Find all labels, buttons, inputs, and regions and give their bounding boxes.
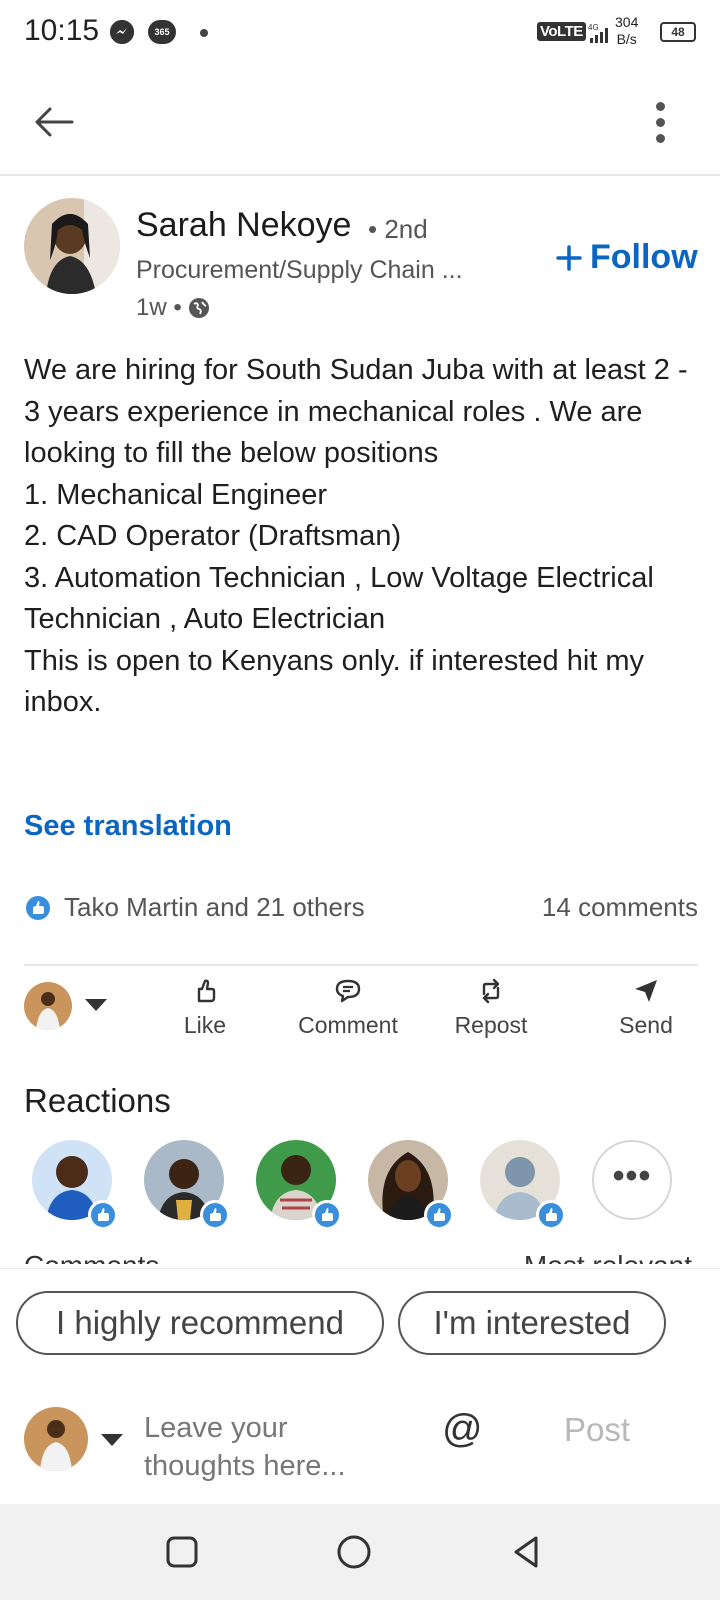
send-icon bbox=[635, 980, 657, 1002]
post-button[interactable]: Post bbox=[564, 1411, 630, 1449]
comments-count[interactable]: 14 comments bbox=[542, 892, 698, 923]
notification-dot bbox=[200, 29, 208, 37]
post-body-text: We are hiring for South Sudan Juba with … bbox=[24, 354, 688, 718]
comment-compose: I highly recommend I'm interested Leave … bbox=[0, 1268, 720, 1504]
chevron-down-icon[interactable] bbox=[84, 998, 108, 1012]
signal-icon: 4G bbox=[588, 23, 608, 43]
author-name[interactable]: Sarah Nekoye bbox=[136, 206, 351, 245]
comment-button[interactable]: Comment bbox=[283, 976, 413, 1039]
reactions-heading: Reactions bbox=[24, 1082, 171, 1119]
back-arrow-icon[interactable] bbox=[28, 96, 80, 148]
messenger-icon bbox=[110, 20, 134, 44]
comments-header: Comments Most relevant bbox=[24, 1250, 704, 1264]
like-reaction-icon bbox=[24, 894, 52, 922]
plus-icon bbox=[556, 244, 582, 271]
author-avatar[interactable] bbox=[24, 198, 120, 294]
action-bar: Like Comment Repost Send bbox=[0, 976, 720, 1046]
connection-degree: • 2nd bbox=[368, 214, 428, 244]
system-nav-bar bbox=[0, 1504, 720, 1600]
back-nav-icon[interactable] bbox=[508, 1534, 544, 1570]
network-speed: 304 B/s bbox=[615, 14, 638, 48]
battery-icon: 48 bbox=[660, 22, 696, 42]
suggestion-chip-interested[interactable]: I'm interested bbox=[398, 1291, 666, 1355]
like-label: Like bbox=[183, 1012, 227, 1038]
send-label: Send bbox=[619, 1012, 673, 1038]
social-counts: Tako Martin and 21 others 14 comments bbox=[24, 888, 698, 928]
comment-input[interactable]: Leave your thoughts here... bbox=[144, 1409, 404, 1485]
see-translation-link[interactable]: See translation bbox=[24, 810, 232, 843]
chevron-down-icon[interactable] bbox=[100, 1433, 124, 1447]
author-headline: Procurement/Supply Chain ... bbox=[136, 256, 463, 284]
app-365-icon: 365 bbox=[148, 20, 176, 44]
like-badge-icon bbox=[536, 1200, 566, 1230]
like-badge-icon bbox=[88, 1200, 118, 1230]
follow-button[interactable]: Follow bbox=[556, 238, 698, 277]
more-options-icon[interactable] bbox=[640, 94, 680, 150]
mention-button[interactable]: @ bbox=[442, 1407, 483, 1452]
like-badge-icon bbox=[424, 1200, 454, 1230]
actor-avatar[interactable] bbox=[24, 982, 72, 1030]
repost-label: Repost bbox=[454, 1012, 528, 1038]
like-badge-icon bbox=[312, 1200, 342, 1230]
comment-label: Comment bbox=[298, 1012, 398, 1038]
like-button[interactable]: Like bbox=[140, 976, 270, 1039]
home-icon[interactable] bbox=[336, 1534, 372, 1570]
post-timestamp: 1w • bbox=[136, 294, 210, 322]
top-app-bar bbox=[0, 68, 720, 176]
status-time: 10:15 bbox=[24, 14, 100, 47]
comment-icon bbox=[335, 979, 361, 1003]
post-time-text: 1w • bbox=[136, 294, 182, 321]
repost-icon bbox=[482, 978, 500, 1004]
status-bar: 10:15 365 VoLTE 4G 304 B/s 48 bbox=[0, 0, 720, 68]
thumbs-up-icon bbox=[197, 979, 216, 1003]
more-reactions-button[interactable]: ••• bbox=[592, 1140, 672, 1220]
globe-icon bbox=[188, 298, 209, 318]
network-speed-unit: B/s bbox=[616, 31, 637, 47]
suggestion-chip-recommend[interactable]: I highly recommend bbox=[16, 1291, 384, 1355]
reactions-summary[interactable]: Tako Martin and 21 others bbox=[64, 892, 365, 923]
like-badge-icon bbox=[200, 1200, 230, 1230]
comments-sort[interactable]: Most relevant bbox=[524, 1250, 692, 1264]
svg-text:4G: 4G bbox=[588, 23, 599, 32]
send-button[interactable]: Send bbox=[581, 976, 711, 1039]
comments-title: Comments bbox=[24, 1250, 159, 1264]
divider bbox=[24, 964, 698, 966]
recents-icon[interactable] bbox=[164, 1534, 200, 1570]
user-avatar[interactable] bbox=[24, 1407, 88, 1471]
volte-indicator: VoLTE bbox=[537, 22, 586, 41]
follow-label: Follow bbox=[590, 238, 698, 276]
repost-button[interactable]: Repost bbox=[426, 976, 556, 1039]
network-speed-value: 304 bbox=[615, 14, 639, 30]
